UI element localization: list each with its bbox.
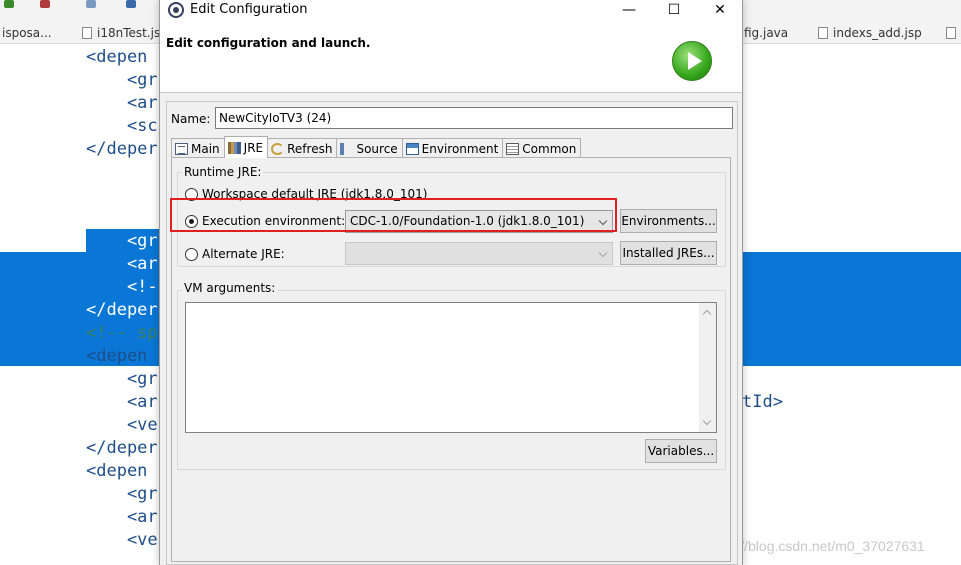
globe-icon[interactable] <box>86 0 96 8</box>
editor-tab[interactable]: indexs_add.jsp <box>818 24 922 42</box>
file-icon <box>946 27 956 39</box>
editor-tab[interactable]: i18nTest.js <box>82 24 160 42</box>
run-menu-icon[interactable] <box>40 0 50 8</box>
editor-tab[interactable]: isposa... <box>2 24 52 42</box>
code-line: <ve <box>86 530 158 550</box>
runtime-jre-legend: Runtime JRE: <box>182 165 264 179</box>
code-line: <ar <box>86 93 158 113</box>
code-line: <depen <box>86 47 148 67</box>
vm-arguments-textarea[interactable] <box>185 302 717 433</box>
code-line: </deper <box>86 438 158 458</box>
alternate-jre-radio[interactable]: Alternate JRE: <box>185 247 285 261</box>
tab-label: Common <box>522 141 577 156</box>
editor-tab-label: fig.java <box>744 26 789 40</box>
minimize-button[interactable]: — <box>606 0 652 21</box>
vertical-scrollbar[interactable] <box>699 303 716 432</box>
eclipse-icon <box>168 2 184 18</box>
variables-button[interactable]: Variables... <box>645 439 717 463</box>
tab-source[interactable]: Source <box>336 138 403 158</box>
title-bar[interactable]: Edit Configuration — ☐ ✕ <box>160 0 742 21</box>
tab-label: Environment <box>421 141 499 156</box>
source-tab-icon <box>340 142 354 155</box>
tab-label: Source <box>356 141 398 156</box>
file-icon <box>82 27 92 39</box>
scroll-up-icon[interactable] <box>702 309 712 319</box>
tab-label: Main <box>191 141 220 156</box>
tab-common[interactable]: Common <box>502 138 582 158</box>
code-line: <!-- sp <box>86 323 158 343</box>
installed-jres-button[interactable]: Installed JREs... <box>620 241 717 265</box>
code-line: <gr <box>86 369 158 389</box>
editor-tab[interactable] <box>946 24 956 42</box>
edit-configuration-dialog: Edit Configuration — ☐ ✕ Edit configurat… <box>159 0 743 565</box>
main-tab-icon <box>175 142 188 155</box>
common-tab-icon <box>506 142 520 155</box>
file-icon <box>818 27 828 39</box>
chevron-down-icon <box>598 248 608 258</box>
tab-refresh[interactable]: Refresh <box>267 138 338 158</box>
close-button[interactable]: ✕ <box>697 0 743 21</box>
code-line: </deper <box>86 139 158 159</box>
code-line: <ar <box>86 507 158 527</box>
alternate-jre-select[interactable] <box>345 242 613 265</box>
code-line: <ar <box>86 392 158 412</box>
jre-tab-icon <box>227 141 241 154</box>
tab-label: Refresh <box>287 141 333 156</box>
code-line: <depen <box>86 346 148 366</box>
editor-tab-label: indexs_add.jsp <box>833 26 922 40</box>
editor-tab[interactable]: fig.java <box>744 24 788 42</box>
share-icon[interactable] <box>126 0 136 8</box>
refresh-tab-icon <box>271 142 285 155</box>
tab-label: JRE <box>243 140 264 155</box>
code-line: <!-- to <box>86 185 158 205</box>
code-line: <sc <box>86 116 158 136</box>
scroll-down-icon[interactable] <box>702 416 712 426</box>
name-label: Name: <box>171 112 211 126</box>
code-line: <depen <box>86 461 148 481</box>
code-line: <!- <box>86 277 158 297</box>
header-message: Edit configuration and launch. <box>166 36 371 50</box>
code-line: <gr <box>86 484 158 504</box>
annotation-highlight-box <box>170 198 617 232</box>
configuration-content: Name: Main JRE Refresh Source Environmen… <box>166 101 738 565</box>
code-line: <gr <box>86 70 158 90</box>
alternate-jre-label: Alternate JRE: <box>202 247 285 261</box>
tab-main[interactable]: Main <box>171 138 225 158</box>
vm-arguments-legend: VM arguments: <box>182 281 278 295</box>
name-input[interactable] <box>215 107 733 129</box>
radio-button[interactable] <box>185 247 198 261</box>
code-fragment: tId> <box>742 392 783 412</box>
tab-jre[interactable]: JRE <box>223 136 269 158</box>
environments-button[interactable]: Environments... <box>620 209 717 233</box>
ide-toolbar <box>0 0 160 14</box>
debug-icon[interactable] <box>4 0 14 8</box>
editor-tab-label: i18nTest.js <box>97 26 161 40</box>
code-line: <gr <box>86 231 158 251</box>
run-icon <box>672 41 712 81</box>
code-line: <ar <box>86 254 158 274</box>
maximize-button[interactable]: ☐ <box>651 0 697 21</box>
code-line: <ve <box>86 415 158 435</box>
dialog-header: Edit configuration and launch. <box>160 21 742 93</box>
code-line: </deper <box>86 300 158 320</box>
configuration-tabs: Main JRE Refresh Source Environment Comm… <box>171 136 582 158</box>
code-line: <depen <box>86 208 148 228</box>
tab-environment[interactable]: Environment <box>401 138 504 158</box>
editor-tab-label: isposa... <box>2 26 52 40</box>
environment-tab-icon <box>405 142 419 155</box>
window-title: Edit Configuration <box>190 2 308 17</box>
